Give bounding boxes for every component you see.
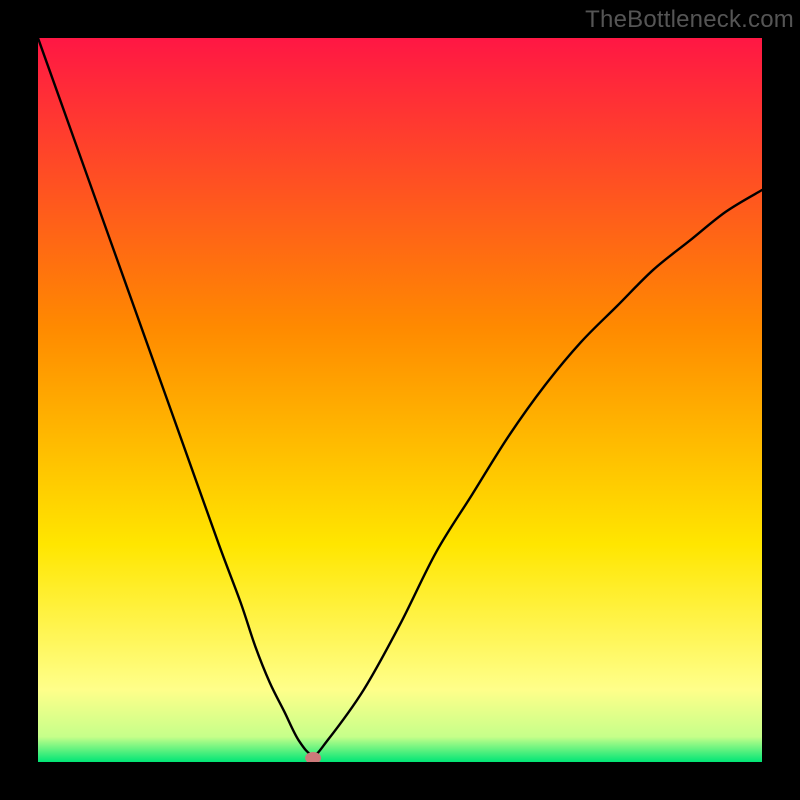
watermark: TheBottleneck.com <box>585 6 794 34</box>
plot-area <box>38 38 762 762</box>
chart-container: TheBottleneck.com <box>0 0 800 800</box>
bottleneck-curve <box>38 38 762 762</box>
